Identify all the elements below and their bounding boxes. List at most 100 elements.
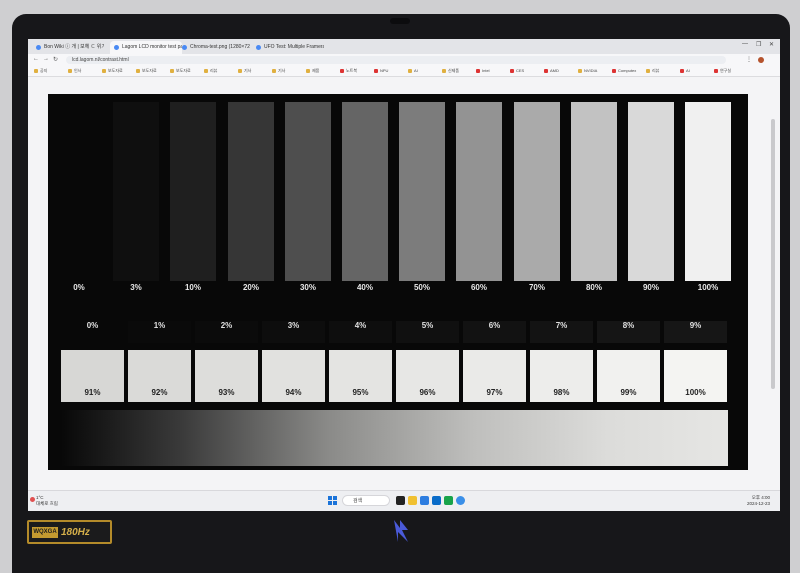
white-level-label: 91% (84, 388, 101, 397)
chrome-icon[interactable] (456, 496, 465, 505)
gray-level-label: 3% (130, 283, 142, 292)
bookmark-item[interactable]: CES (510, 67, 524, 75)
outlook-icon[interactable] (432, 496, 441, 505)
black-level-label: 7% (555, 321, 568, 330)
white-level-label: 96% (419, 388, 436, 397)
gray-level-label: 60% (470, 283, 487, 292)
black-level-label: 4% (354, 321, 367, 330)
gray-level-label: 50% (413, 283, 430, 292)
gray-level-bar (170, 102, 216, 281)
taskbar-search-input[interactable]: 검색 (342, 495, 390, 506)
black-level-label: 2% (220, 321, 233, 330)
clock-date: 2024-12-23 (746, 501, 770, 506)
bookmark-item[interactable]: 공지 (34, 67, 47, 75)
gray-level-bar (56, 102, 102, 281)
avatar[interactable] (758, 57, 764, 63)
black-level-label: 0% (86, 321, 99, 330)
bookmarks-bar: 공지 인사 보도자료 보도자료 보도자료 리뷰 기사 기사 제품 노트북 NPU AI 신제품 Intel… (28, 66, 780, 77)
refresh-rate-sticker: WQXGA 180Hz (27, 520, 112, 544)
bookmark-item[interactable]: Intel (476, 67, 490, 75)
gray-level-bar (113, 102, 159, 281)
back-icon[interactable]: ← (33, 56, 39, 62)
gray-level-bar (285, 102, 331, 281)
gray-level-bar (456, 102, 502, 281)
file-explorer-icon[interactable] (408, 496, 417, 505)
tab-favicon-icon (36, 45, 41, 50)
gray-level-label: 70% (528, 283, 545, 292)
bookmark-item[interactable]: 리뷰 (204, 67, 217, 75)
gray-level-label: 40% (356, 283, 373, 292)
browser-tab[interactable]: Lagom LCD monitor test page (110, 41, 182, 54)
scrollbar[interactable] (771, 119, 775, 389)
weather-widget[interactable]: 1°C 대체로 흐림 (36, 495, 58, 507)
url-field[interactable]: lcd.lagom.nl/contrast.html (66, 56, 726, 64)
browser-tab[interactable]: Bon Wiki ⓘ 개 | 보헤 ㄷ 위기 (32, 41, 104, 54)
bookmark-item[interactable]: 제품 (306, 67, 319, 75)
bookmark-item[interactable]: 보도자료 (170, 67, 191, 75)
bookmark-item[interactable]: AMD (544, 67, 559, 75)
task-view-icon[interactable] (396, 496, 405, 505)
gray-level-label: 10% (184, 283, 201, 292)
tab-label: UFO Test: Multiple Framerates (264, 44, 324, 50)
resolution-label: WQXGA (32, 527, 58, 538)
address-bar: ← → ↻ lcd.lagom.nl/contrast.html ⋮ (28, 54, 780, 66)
tab-label: Chroma-test.png (1280×720) (190, 44, 250, 50)
close-icon[interactable]: ✕ (769, 41, 774, 48)
gray-level-bar (342, 102, 388, 281)
refresh-label: 180Hz (61, 527, 90, 538)
system-tray-clock[interactable]: 오후 4:00 2024-12-23 (728, 495, 770, 507)
maximize-icon[interactable]: ❐ (756, 41, 761, 48)
bookmark-item[interactable]: AI (408, 67, 418, 75)
bookmark-item[interactable]: Computex (612, 67, 636, 75)
gray-level-label: 20% (242, 283, 259, 292)
bookmark-item[interactable]: 기사 (272, 67, 285, 75)
gradient-strip (61, 410, 728, 466)
contrast-test-pattern: 0% 3% 10% 20% 30% 40% 50% 60% 70% 80% 90% 100% 0% 1%… (48, 94, 748, 470)
gray-level-label: 30% (299, 283, 316, 292)
laptop-screen: Bon Wiki ⓘ 개 | 보헤 ㄷ 위기 Lagom LCD monitor … (28, 39, 780, 511)
windows-start-icon[interactable] (328, 496, 338, 506)
bookmark-item[interactable]: 보도자료 (136, 67, 157, 75)
bookmark-item[interactable]: 보도자료 (102, 67, 123, 75)
bookmark-item[interactable]: 리뷰 (646, 67, 659, 75)
gray-level-label: 0% (73, 283, 85, 292)
browser-tab[interactable]: UFO Test: Multiple Framerates (252, 41, 324, 54)
bookmark-item[interactable]: 인사 (68, 67, 81, 75)
black-level-label: 1% (153, 321, 166, 330)
browser-tab[interactable]: Chroma-test.png (1280×720) (178, 41, 250, 54)
bookmark-item[interactable]: 신제품 (442, 67, 459, 75)
black-level-label: 6% (488, 321, 501, 330)
white-level-label: 99% (620, 388, 637, 397)
edge-icon[interactable] (420, 496, 429, 505)
black-level-label: 9% (689, 321, 702, 330)
white-level-label: 97% (486, 388, 503, 397)
weather-icon (30, 497, 35, 502)
white-level-label: 92% (151, 388, 168, 397)
gray-level-bar (685, 102, 731, 281)
browser-tab-bar: Bon Wiki ⓘ 개 | 보헤 ㄷ 위기 Lagom LCD monitor … (28, 39, 780, 54)
minimize-icon[interactable]: — (742, 41, 748, 47)
tab-label: Lagom LCD monitor test page (122, 44, 182, 50)
white-level-label: 100% (685, 388, 706, 397)
bookmark-item[interactable]: NPU (374, 67, 388, 75)
black-level-label: 8% (622, 321, 635, 330)
bookmark-item[interactable]: 기사 (238, 67, 251, 75)
tab-favicon-icon (114, 45, 119, 50)
white-level-label: 94% (285, 388, 302, 397)
brand-logo-icon (394, 520, 408, 542)
taskbar: 1°C 대체로 흐림 검색 오후 4:00 2024-12-23 (28, 490, 780, 511)
reload-icon[interactable]: ↻ (53, 56, 58, 63)
white-level-label: 95% (352, 388, 369, 397)
gray-level-label: 100% (697, 283, 719, 292)
bookmark-item[interactable]: 노트북 (340, 67, 357, 75)
tab-favicon-icon (182, 45, 187, 50)
forward-icon[interactable]: → (43, 56, 49, 62)
gray-level-bar (228, 102, 274, 281)
bookmark-item[interactable]: AI (680, 67, 690, 75)
bookmark-item[interactable]: NVIDIA (578, 67, 597, 75)
bookmark-item[interactable]: 연구실 (714, 67, 731, 75)
gray-level-label: 80% (585, 283, 602, 292)
extensions-icon[interactable]: ⋮ (746, 56, 752, 63)
weather-desc: 대체로 흐림 (36, 501, 58, 506)
store-icon[interactable] (444, 496, 453, 505)
